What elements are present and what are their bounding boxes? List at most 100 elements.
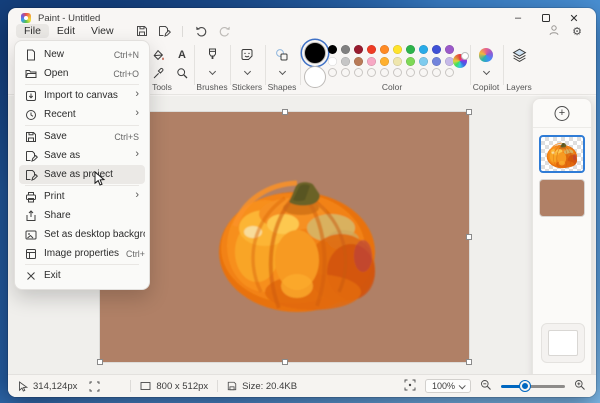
quick-save-as-button[interactable] (158, 25, 170, 37)
drawing-canvas[interactable] (100, 112, 469, 362)
shapes-icon (275, 48, 289, 62)
resize-handle-top[interactable] (282, 109, 288, 115)
palette-empty-slot[interactable] (445, 68, 454, 77)
palette-empty-slot[interactable] (341, 68, 350, 77)
palette-color[interactable] (328, 57, 337, 66)
palette-color[interactable] (367, 57, 376, 66)
foreground-color-swatch[interactable] (304, 42, 326, 64)
copilot-button[interactable] (479, 48, 493, 62)
palette-empty-slot[interactable] (393, 68, 402, 77)
palette-color[interactable] (367, 45, 376, 54)
stickers-section-label: Stickers (232, 82, 262, 92)
menu-file[interactable]: File (16, 24, 49, 38)
zoom-level-dropdown[interactable]: 100% (425, 379, 471, 393)
menu-item-set-as-desktop-background[interactable]: Set as desktop background › (19, 225, 145, 244)
stickers-button[interactable] (239, 47, 255, 63)
fit-to-screen-button[interactable] (404, 379, 416, 394)
share-icon (25, 210, 37, 222)
resize-handle-bottom-left[interactable] (97, 359, 103, 365)
chevron-down-icon[interactable] (244, 69, 250, 75)
palette-empty-slot[interactable] (419, 68, 428, 77)
palette-empty-slot[interactable] (354, 68, 363, 77)
settings-button[interactable]: ⚙ (572, 26, 582, 37)
palette-empty-slot[interactable] (432, 68, 441, 77)
background-layer-card[interactable] (541, 323, 585, 363)
undo-button[interactable] (195, 25, 208, 37)
resize-handle-top-right[interactable] (466, 109, 472, 115)
menu-item-print[interactable]: Print › (19, 187, 145, 206)
palette-color[interactable] (406, 57, 415, 66)
menu-item-image-properties[interactable]: Image properties Ctrl+E (19, 244, 145, 263)
palette-row-custom (328, 68, 454, 77)
palette-color[interactable] (341, 57, 350, 66)
menu-item-save-as[interactable]: Save as › (19, 146, 145, 165)
palette-color[interactable] (354, 45, 363, 54)
layer-1-thumbnail[interactable] (539, 135, 585, 173)
resize-handle-right[interactable] (466, 234, 472, 240)
menu-item-save[interactable]: Save Ctrl+S (19, 127, 145, 146)
palette-color[interactable] (432, 45, 441, 54)
menu-item-recent[interactable]: Recent › (19, 105, 145, 124)
palette-color[interactable] (380, 45, 389, 54)
add-layer-button[interactable]: + (555, 106, 570, 121)
shapes-button[interactable] (274, 47, 290, 63)
palette-color[interactable] (354, 57, 363, 66)
quick-save-button[interactable] (136, 25, 148, 37)
resize-handle-bottom[interactable] (282, 359, 288, 365)
menu-item-save-as-project[interactable]: Save as project (19, 165, 145, 184)
submenu-chevron-icon: › (135, 108, 139, 119)
chevron-down-icon[interactable] (209, 69, 215, 75)
palette-color[interactable] (445, 45, 454, 54)
palette-color[interactable] (328, 45, 337, 54)
layers-button[interactable] (511, 47, 527, 63)
menu-edit[interactable]: Edit (49, 24, 83, 38)
submenu-chevron-icon: › (135, 89, 139, 100)
account-button[interactable] (548, 24, 560, 39)
redo-button[interactable] (218, 25, 231, 37)
resize-handle-bottom-right[interactable] (466, 359, 472, 365)
palette-empty-slot[interactable] (328, 68, 337, 77)
palette-color[interactable] (406, 45, 415, 54)
palette-color[interactable] (393, 57, 402, 66)
chevron-down-icon[interactable] (483, 69, 489, 75)
chevron-down-icon[interactable] (279, 69, 285, 75)
divider (230, 45, 231, 85)
palette-color[interactable] (393, 45, 402, 54)
menu-item-share[interactable]: Share (19, 206, 145, 225)
layer-2-thumbnail[interactable] (539, 179, 585, 217)
zoom-slider-thumb[interactable] (520, 381, 530, 391)
palette-empty-slot[interactable] (380, 68, 389, 77)
menu-separator (25, 84, 139, 85)
palette-color[interactable] (380, 57, 389, 66)
status-bar: 314,124px 800 x 512px Size: 20.4KB 100% (8, 374, 596, 397)
menu-item-shortcut: Ctrl+E (126, 249, 145, 259)
menu-view[interactable]: View (83, 24, 122, 38)
palette-empty-slot[interactable] (367, 68, 376, 77)
palette-color[interactable] (419, 57, 428, 66)
divider (503, 45, 504, 85)
zoom-out-button[interactable] (480, 379, 492, 394)
canvas-size-icon (140, 381, 151, 391)
brushes-button[interactable] (204, 47, 220, 63)
text-tool-button[interactable]: A (174, 47, 190, 63)
fill-tool-button[interactable] (150, 47, 166, 63)
menu-item-import-to-canvas[interactable]: Import to canvas › (19, 86, 145, 105)
palette-color[interactable] (341, 45, 350, 54)
secondary-color-swatch[interactable] (304, 66, 326, 88)
canvas-size-group: 800 x 512px (140, 381, 208, 392)
save-project-icon (25, 169, 37, 181)
zoom-in-button[interactable] (574, 379, 586, 394)
menu-item-exit[interactable]: Exit (19, 266, 145, 285)
zoom-slider[interactable] (501, 380, 565, 392)
menu-item-label: Save as (44, 150, 128, 161)
recent-clock-icon (25, 109, 37, 121)
palette-color[interactable] (432, 57, 441, 66)
eyedropper-tool-button[interactable] (150, 65, 166, 81)
menu-item-label: Image properties (44, 248, 119, 259)
palette-empty-slot[interactable] (406, 68, 415, 77)
menu-item-open[interactable]: Open Ctrl+O (19, 64, 145, 83)
palette-color[interactable] (419, 45, 428, 54)
magnifier-tool-button[interactable] (174, 65, 190, 81)
menu-item-new[interactable]: New Ctrl+N (19, 45, 145, 64)
edit-color-button[interactable] (453, 54, 467, 68)
